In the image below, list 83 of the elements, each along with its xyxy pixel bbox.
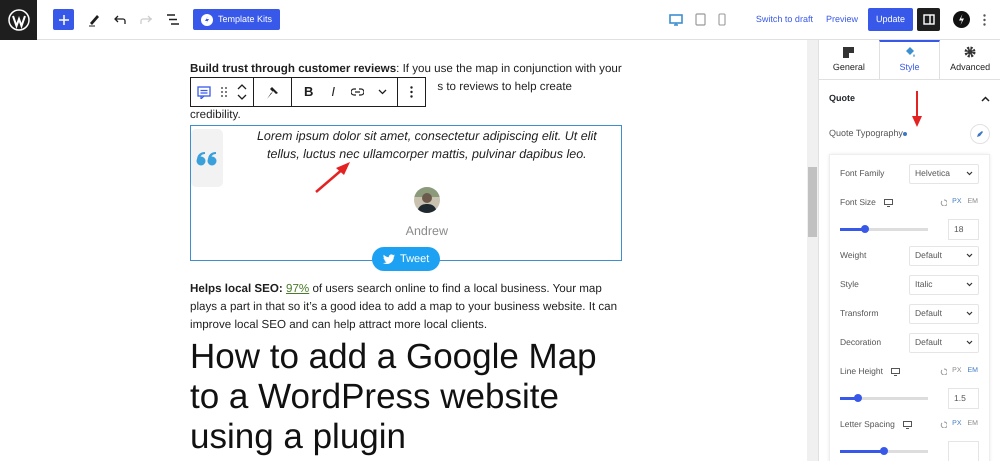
monitor-icon[interactable] — [902, 420, 912, 428]
panel-tab[interactable]: Style — [878, 40, 940, 79]
link[interactable]: 97% — [286, 282, 310, 295]
number-field[interactable]: 1.5 — [948, 388, 979, 408]
preview-link[interactable]: Preview — [826, 12, 858, 26]
quote-marks-icon — [196, 150, 218, 166]
wordpress-logo[interactable] — [8, 8, 30, 30]
field-label: Style — [840, 278, 859, 291]
slider-thumb[interactable] — [854, 394, 862, 402]
pencil-icon — [976, 130, 984, 138]
paragraph-line: Build trust through customer reviews: If you use the map in conjunction with your — [190, 61, 622, 77]
annotation-arrow — [912, 91, 922, 127]
layout-icon — [843, 46, 854, 58]
heading: How to add a Google Map to a WordPress website using a plugin — [190, 337, 598, 457]
reset-icon[interactable] — [940, 199, 948, 206]
reset-icon[interactable] — [940, 421, 948, 428]
collapse-chevron-icon[interactable] — [981, 96, 990, 102]
switch-to-draft-link[interactable]: Switch to draft — [756, 12, 813, 26]
pin-icon[interactable] — [266, 86, 279, 98]
more-options-icon[interactable] — [983, 14, 986, 26]
panel-tab[interactable]: Advanced — [940, 40, 1000, 79]
field-label: Font Family — [840, 167, 884, 180]
quote-text: Lorem ipsum dolor sit amet, consectetur adipiscing elit. Ut elit tellus, luctus nec ullamcorper mattis, pulvinar dapibus leo. — [256, 128, 598, 163]
avatar — [414, 187, 440, 213]
link-icon[interactable] — [351, 88, 364, 96]
add-block-button[interactable] — [53, 9, 74, 30]
monitor-icon[interactable] — [891, 368, 900, 376]
tablet-preview-icon[interactable] — [694, 13, 706, 26]
slider-thumb[interactable] — [860, 225, 869, 233]
undo-icon[interactable] — [114, 14, 126, 24]
pencil-icon[interactable] — [88, 12, 100, 26]
select-field[interactable]: Default — [909, 332, 979, 352]
section-title: Quote — [829, 92, 855, 106]
chevron-down-icon — [966, 282, 973, 287]
bolt-icon[interactable] — [953, 11, 970, 28]
paragraph-line: s to reviews to help create — [437, 79, 572, 95]
chevron-down-icon — [966, 340, 973, 345]
plus-icon — [58, 14, 68, 24]
chevron-down-icon — [966, 253, 973, 258]
sidebar-toggle-icon — [922, 14, 934, 25]
mobile-preview-icon[interactable] — [718, 13, 726, 26]
chevron-down-icon — [966, 311, 973, 316]
slider-thumb[interactable] — [880, 447, 888, 455]
field-label: Font Size — [840, 196, 876, 209]
field-label: Letter Spacing — [840, 418, 895, 431]
paint-bucket-icon — [904, 46, 916, 58]
monitor-icon[interactable] — [884, 198, 893, 206]
author-name: Andrew — [406, 223, 448, 240]
italic-button[interactable]: I — [329, 82, 338, 102]
panel-tab[interactable]: General — [819, 40, 879, 79]
desktop-preview-icon[interactable] — [668, 14, 683, 26]
reset-icon[interactable] — [940, 368, 948, 375]
paragraph-line: credibility. — [190, 107, 241, 122]
gear-icon — [964, 46, 976, 58]
typography-label: Quote Typography — [829, 127, 903, 140]
select-field[interactable]: Default — [909, 246, 979, 266]
bolt-icon — [201, 14, 213, 26]
chevron-down-icon — [966, 171, 973, 176]
list-view-icon[interactable] — [166, 14, 179, 25]
quote-block-icon[interactable] — [197, 86, 211, 98]
update-button[interactable]: Update — [868, 8, 913, 31]
field-label: Decoration — [840, 336, 882, 349]
scrollbar-thumb[interactable] — [808, 167, 817, 237]
number-field[interactable] — [948, 440, 979, 461]
status-dot — [903, 132, 908, 136]
paragraph: Helps local SEO: 97% of users search online to find a local business. Your map plays a part in that so it’s a good idea to add a map to your business website. It can improve local SEO and can help attract more local clients. — [190, 281, 618, 333]
field-label: Transform — [840, 307, 878, 320]
field-label: Weight — [840, 249, 866, 262]
number-field[interactable]: 18 — [948, 218, 979, 240]
settings-panel-button[interactable] — [917, 8, 940, 31]
select-field[interactable]: Helvetica — [909, 164, 979, 184]
move-arrows-icon[interactable] — [237, 83, 247, 101]
more-options-icon[interactable] — [410, 86, 414, 98]
annotation-arrow — [315, 162, 350, 193]
chevron-down-icon[interactable] — [378, 89, 388, 95]
field-label: Line Height — [840, 365, 884, 378]
bold-button[interactable]: B — [302, 82, 316, 102]
template-kits-button[interactable]: Template Kits — [193, 9, 280, 30]
edit-button[interactable] — [970, 124, 990, 144]
bird-icon — [383, 254, 395, 264]
drag-handle-icon[interactable] — [221, 87, 227, 97]
select-field[interactable]: Default — [909, 304, 979, 324]
select-field[interactable]: Italic — [909, 274, 979, 294]
